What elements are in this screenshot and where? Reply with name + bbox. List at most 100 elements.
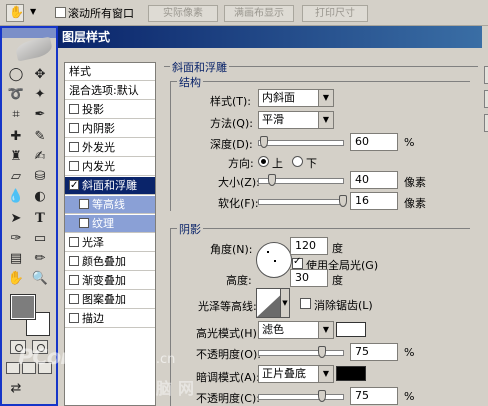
shadow-color-swatch[interactable] bbox=[336, 366, 366, 381]
shadow-opacity-input[interactable]: 75 bbox=[350, 387, 398, 405]
full-screen-menu-button[interactable] bbox=[22, 362, 36, 374]
path-selection-tool-icon[interactable]: ➤ bbox=[6, 210, 26, 228]
style-list-item[interactable]: 渐变叠加 bbox=[65, 272, 155, 290]
gloss-contour-label: 光泽等高线: bbox=[198, 300, 257, 313]
style-checkbox[interactable] bbox=[79, 218, 89, 228]
direction-up-radio[interactable] bbox=[258, 156, 269, 167]
angle-label: 角度(N): bbox=[210, 243, 253, 256]
new-style-button-edge[interactable] bbox=[484, 114, 488, 132]
healing-brush-tool-icon[interactable]: ✚ bbox=[6, 128, 26, 146]
style-list-item[interactable]: 颜色叠加 bbox=[65, 253, 155, 271]
direction-down-radio[interactable] bbox=[292, 156, 303, 167]
magic-wand-tool-icon[interactable]: ✦ bbox=[30, 86, 50, 104]
style-checkbox[interactable] bbox=[69, 161, 79, 171]
shadow-opacity-thumb[interactable] bbox=[318, 390, 326, 402]
foreground-color-swatch[interactable] bbox=[10, 294, 36, 320]
options-bar: ▼ 滚动所有窗口 实际像素 满画布显示 打印尺寸 bbox=[0, 0, 488, 26]
angle-input[interactable]: 120 bbox=[290, 237, 328, 255]
style-checkbox[interactable] bbox=[69, 142, 79, 152]
chevron-down-icon[interactable]: ▼ bbox=[30, 7, 36, 16]
style-checkbox[interactable] bbox=[69, 313, 79, 323]
fit-screen-button[interactable]: 满画布显示 bbox=[224, 5, 294, 22]
shadow-opacity-unit: % bbox=[404, 390, 415, 403]
style-list-header[interactable]: 样式 bbox=[65, 63, 155, 81]
style-checkbox[interactable] bbox=[69, 275, 79, 285]
highlight-opacity-thumb[interactable] bbox=[318, 346, 326, 358]
size-slider[interactable] bbox=[258, 174, 344, 186]
global-light-checkbox[interactable] bbox=[292, 256, 303, 269]
tool-preset-picker[interactable] bbox=[6, 4, 24, 22]
style-checkbox[interactable] bbox=[79, 199, 89, 209]
crop-tool-icon[interactable]: ⌗ bbox=[6, 106, 26, 124]
highlight-mode-select[interactable]: 滤色 ▼ bbox=[258, 321, 334, 339]
pen-tool-icon[interactable]: ✑ bbox=[6, 230, 26, 248]
soften-slider[interactable] bbox=[258, 195, 347, 207]
shape-tool-icon[interactable]: ▭ bbox=[30, 230, 50, 248]
marquee-tool-icon[interactable]: ◯ bbox=[6, 66, 26, 84]
paint-bucket-tool-icon[interactable]: ⛁ bbox=[30, 168, 50, 186]
style-checkbox[interactable] bbox=[69, 237, 79, 247]
style-list-item[interactable]: 外发光 bbox=[65, 139, 155, 157]
move-tool-icon[interactable]: ✥ bbox=[30, 66, 50, 84]
chevron-down-icon[interactable]: ▼ bbox=[280, 288, 290, 318]
slice-tool-icon[interactable]: ✒ bbox=[30, 106, 50, 124]
standard-screen-button[interactable] bbox=[6, 362, 20, 374]
depth-input[interactable]: 60 bbox=[350, 133, 398, 151]
anti-aliased-label: 消除锯齿(L) bbox=[314, 299, 373, 312]
blending-options-item[interactable]: 混合选项:默认 bbox=[65, 82, 155, 100]
style-list-item[interactable]: 内阴影 bbox=[65, 120, 155, 138]
style-list-item[interactable]: 光泽 bbox=[65, 234, 155, 252]
anti-aliased-checkbox[interactable] bbox=[300, 298, 311, 309]
style-checkbox[interactable] bbox=[69, 123, 79, 133]
style-list-item[interactable]: 等高线 bbox=[65, 196, 155, 214]
style-select[interactable]: 内斜面 ▼ bbox=[258, 89, 334, 107]
style-checkbox[interactable] bbox=[69, 256, 79, 266]
highlight-opacity-input[interactable]: 75 bbox=[350, 343, 398, 361]
history-brush-tool-icon[interactable]: ✍ bbox=[30, 148, 50, 166]
style-list-item[interactable]: 纹理 bbox=[65, 215, 155, 233]
actual-pixels-button[interactable]: 实际像素 bbox=[148, 5, 218, 22]
altitude-unit: 度 bbox=[332, 274, 343, 287]
hand-tool-icon[interactable]: ✋ bbox=[6, 270, 26, 288]
standard-mode-button[interactable] bbox=[10, 340, 26, 354]
layer-style-dialog: 图层样式 样式 混合选项:默认 投影内阴影外发光内发光斜面和浮雕等高线纹理光泽颜… bbox=[58, 26, 488, 406]
zoom-tool-icon[interactable]: 🔍 bbox=[30, 270, 50, 288]
notes-tool-icon[interactable]: ▤ bbox=[6, 250, 26, 268]
full-screen-button[interactable] bbox=[38, 362, 52, 374]
style-checkbox[interactable] bbox=[69, 177, 79, 195]
style-list-item[interactable]: 内发光 bbox=[65, 158, 155, 176]
clone-stamp-tool-icon[interactable]: ♜ bbox=[6, 148, 26, 166]
depth-slider[interactable] bbox=[258, 136, 344, 148]
highlight-color-swatch[interactable] bbox=[336, 322, 366, 337]
style-list-item-label: 描边 bbox=[82, 312, 104, 325]
dodge-tool-icon[interactable]: ◐ bbox=[30, 188, 50, 206]
eyedropper-tool-icon[interactable]: ✏ bbox=[30, 250, 50, 268]
altitude-input[interactable]: 30 bbox=[290, 269, 328, 287]
size-input[interactable]: 40 bbox=[350, 171, 398, 189]
soften-slider-thumb[interactable] bbox=[339, 195, 347, 207]
blur-tool-icon[interactable]: 💧 bbox=[6, 188, 26, 206]
style-list-item[interactable]: 描边 bbox=[65, 310, 155, 328]
brush-tool-icon[interactable]: ✎ bbox=[30, 128, 50, 146]
highlight-opacity-slider[interactable] bbox=[258, 346, 344, 358]
eraser-tool-icon[interactable]: ▱ bbox=[6, 168, 26, 186]
depth-slider-thumb[interactable] bbox=[260, 136, 269, 148]
style-checkbox[interactable] bbox=[69, 294, 79, 304]
soften-input[interactable]: 16 bbox=[350, 192, 398, 210]
lasso-tool-icon[interactable]: ➰ bbox=[6, 86, 26, 104]
scroll-all-windows-checkbox[interactable] bbox=[55, 7, 66, 18]
cancel-button-edge[interactable] bbox=[484, 90, 488, 108]
style-list-item[interactable]: 投影 bbox=[65, 101, 155, 119]
shadow-opacity-slider[interactable] bbox=[258, 390, 344, 402]
print-size-button[interactable]: 打印尺寸 bbox=[302, 5, 368, 22]
type-tool-icon[interactable]: T bbox=[30, 210, 50, 228]
shadow-mode-select[interactable]: 正片叠底 ▼ bbox=[258, 365, 334, 383]
style-list-item[interactable]: 图案叠加 bbox=[65, 291, 155, 309]
quick-mask-mode-button[interactable] bbox=[32, 340, 48, 354]
style-checkbox[interactable] bbox=[69, 104, 79, 114]
ok-button-edge[interactable] bbox=[484, 66, 488, 84]
angle-dial[interactable] bbox=[256, 242, 292, 278]
technique-select[interactable]: 平滑 ▼ bbox=[258, 111, 334, 129]
style-list-item[interactable]: 斜面和浮雕 bbox=[65, 177, 155, 195]
jump-to-imageready-icon[interactable]: ⇄ bbox=[6, 380, 26, 398]
